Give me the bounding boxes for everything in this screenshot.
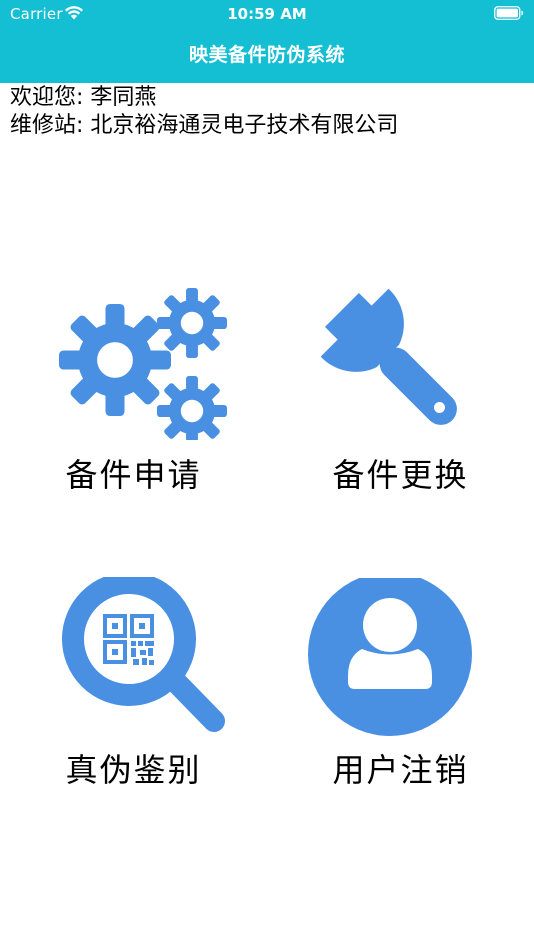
parts-apply-label: 备件申请 (65, 456, 202, 494)
user-info: 欢迎您: 李同燕 维修站: 北京裕海通灵电子技术有限公司 (10, 84, 398, 140)
station-text: 维修站: 北京裕海通灵电子技术有限公司 (10, 113, 399, 138)
gears-icon (59, 288, 227, 440)
authenticity-check-label: 真伪鉴别 (65, 751, 202, 789)
logout-label: 用户注销 (332, 751, 469, 789)
header-bar: Carrier 10:59 AM 映美备件防伪系统 (0, 0, 534, 83)
authenticity-check-button[interactable]: 真伪鉴别 (0, 570, 267, 830)
battery-icon (494, 6, 524, 20)
parts-replace-label: 备件更换 (332, 456, 469, 494)
status-bar: Carrier 10:59 AM (0, 0, 534, 28)
welcome-text: 欢迎您: 李同燕 (10, 85, 157, 110)
wrench-icon (320, 288, 457, 425)
page-title: 映美备件防伪系统 (188, 44, 345, 66)
logout-button[interactable]: 用户注销 (267, 570, 534, 830)
qr-code-icon (103, 614, 154, 665)
qr-magnifier-icon (62, 577, 225, 732)
parts-replace-button[interactable]: 备件更换 (267, 270, 534, 530)
parts-apply-button[interactable]: 备件申请 (0, 270, 267, 530)
user-icon (308, 578, 472, 736)
app-screen: Carrier 10:59 AM 映美备件防伪系统 欢迎您: 李同燕 维修站: … (0, 0, 534, 950)
status-time: 10:59 AM (227, 5, 307, 23)
